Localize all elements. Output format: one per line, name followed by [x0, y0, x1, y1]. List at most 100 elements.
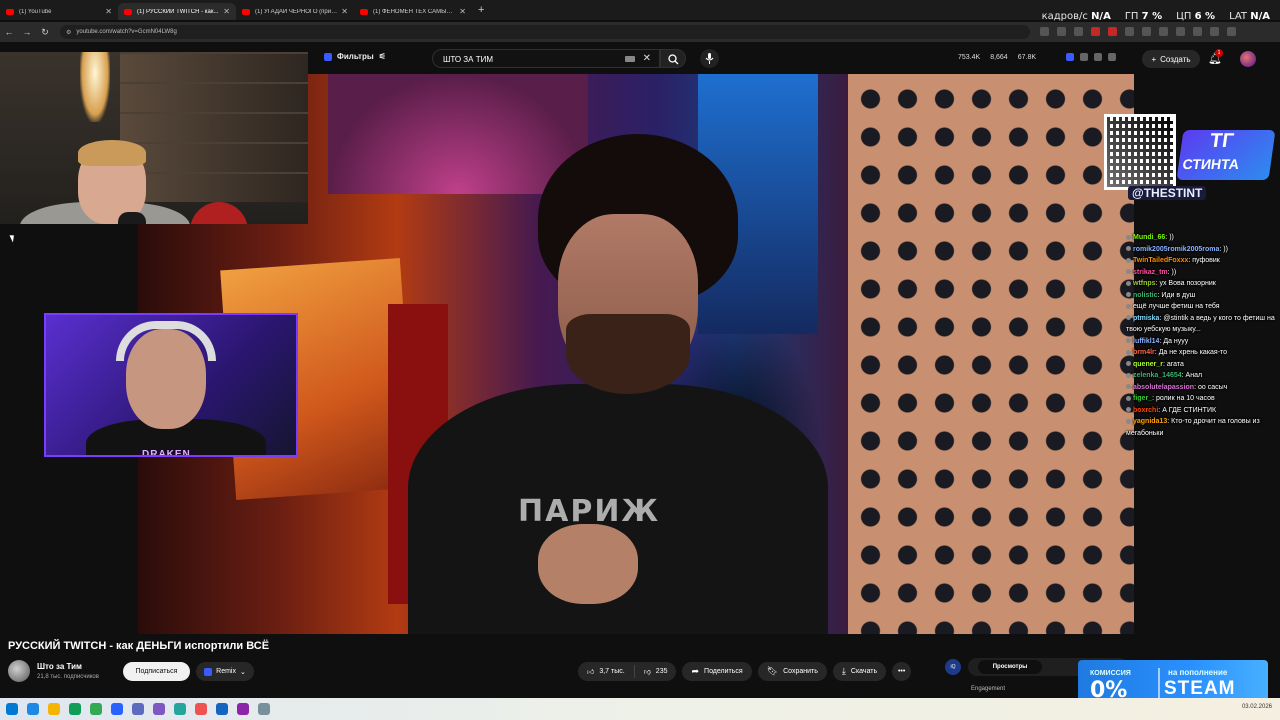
channel-name[interactable]: Што за Тим — [37, 662, 82, 671]
taskbar-app-icon[interactable] — [258, 703, 270, 715]
extension-icon[interactable] — [1125, 27, 1134, 36]
taskbar-app-icon[interactable] — [174, 703, 186, 715]
close-icon[interactable]: ✕ — [223, 7, 230, 16]
settings-icon[interactable] — [1080, 53, 1088, 61]
keyboard-icon[interactable] — [625, 56, 635, 62]
close-icon[interactable]: ✕ — [341, 7, 348, 16]
chat-username[interactable]: absolutelapassion — [1133, 384, 1194, 391]
browser-tab-active[interactable]: (1) РУССКИЙ TWITCH - как... ✕ — [118, 3, 236, 20]
taskbar-app-icon[interactable] — [48, 703, 60, 715]
chat-username[interactable]: boxrchi — [1133, 407, 1158, 414]
extension-icon[interactable] — [1040, 27, 1049, 36]
taskbar-app-icon[interactable] — [27, 703, 39, 715]
chat-text: ролик на 10 часов — [1155, 395, 1215, 402]
remix-button[interactable]: Remix ⌄ — [196, 662, 254, 681]
user-badge-icon — [1126, 234, 1131, 240]
taskbar-app-icon[interactable] — [153, 703, 165, 715]
filters-label: Фильтры — [337, 52, 374, 61]
chat-username[interactable]: quener_r — [1133, 361, 1163, 368]
extension-icon[interactable] — [1176, 27, 1185, 36]
channel-avatar[interactable] — [8, 660, 30, 682]
close-icon[interactable]: ✕ — [459, 7, 466, 16]
extension-icon[interactable] — [1108, 27, 1117, 36]
chat-message: quener_r: агата — [1126, 359, 1276, 371]
taskbar-app-icon[interactable] — [237, 703, 249, 715]
create-button[interactable]: + Создать — [1142, 50, 1200, 68]
search-button[interactable] — [660, 49, 686, 68]
chat-username[interactable]: strikaz_tm — [1133, 269, 1168, 276]
chat-username[interactable]: nolistic — [1133, 292, 1158, 299]
chat-username[interactable]: ptmiska — [1133, 315, 1159, 322]
clear-search-icon[interactable]: ✕ — [643, 53, 651, 64]
new-tab-button[interactable]: + — [478, 4, 484, 16]
user-badge-icon — [1126, 303, 1131, 309]
chat-username[interactable]: romik2005romik2005roma — [1133, 246, 1219, 253]
extension-icon[interactable] — [1074, 27, 1083, 36]
extension-icon[interactable] — [1210, 27, 1219, 36]
browser-tab-3[interactable]: (1) УГАДАЙ ЧЕРНОГО (при уч... ✕ — [236, 3, 354, 20]
taskbar-app-icon[interactable] — [69, 703, 81, 715]
chat-username[interactable]: figer_ — [1133, 395, 1152, 402]
browser-tab-youtube[interactable]: (1) YouTube ✕ — [0, 3, 118, 20]
microphone-icon — [705, 53, 714, 64]
dislike-button[interactable]: 👎︎ 235 — [635, 667, 677, 676]
site-info-icon[interactable]: ⚙ — [66, 29, 71, 36]
youtube-favicon-icon — [360, 8, 368, 15]
chat-text: ух Вова позорник — [1159, 280, 1216, 287]
screen: (1) YouTube ✕ (1) РУССКИЙ TWITCH - как..… — [0, 0, 1280, 720]
taskbar-app-icon[interactable] — [90, 703, 102, 715]
taskbar-app-icon[interactable] — [195, 703, 207, 715]
more-actions-button[interactable]: ••• — [892, 662, 912, 681]
notifications-bell-icon[interactable]: 🔔︎ 1 — [1208, 49, 1223, 65]
search-input[interactable]: ШТО ЗА ТИМ ✕ — [432, 49, 660, 68]
extension-icon[interactable] — [1108, 53, 1116, 61]
chat-username[interactable]: zelenka_14654 — [1133, 372, 1182, 379]
close-icon[interactable]: ✕ — [105, 7, 112, 16]
tab-views[interactable]: Просмотры — [978, 660, 1042, 674]
chat-message: boxrchi: А ГДЕ СТИНТИК — [1126, 405, 1276, 417]
search-icon — [668, 54, 679, 65]
taskbar-app-icon[interactable] — [111, 703, 123, 715]
chat-username[interactable]: TwinTailedFoxxx — [1133, 257, 1188, 264]
iq-extension-icon[interactable]: iQ — [945, 659, 961, 675]
chat-text: оо сасыч — [1197, 383, 1228, 391]
reload-icon[interactable]: ↻ — [36, 27, 54, 38]
filters-button[interactable]: Фильтры ⚟ — [324, 52, 386, 61]
user-badge-icon — [1126, 280, 1131, 286]
windows-taskbar: 03.02.2026 — [0, 698, 1280, 720]
account-avatar[interactable] — [1240, 51, 1256, 67]
share-button[interactable]: ➦ Поделиться — [682, 662, 752, 681]
extension-icon[interactable] — [1142, 27, 1151, 36]
remix-label: Remix — [216, 668, 236, 675]
like-button[interactable]: 👍︎ 3,7 тыс. — [578, 665, 635, 678]
extension-icon[interactable] — [1091, 27, 1100, 36]
save-button[interactable]: 🔖︎ Сохранить — [757, 662, 827, 681]
subscribe-button[interactable]: Подписаться — [123, 662, 190, 681]
stream-chat-overlay: Mundi_66: )) romik2005romik2005roma: )) Tw… — [1126, 232, 1276, 439]
address-bar[interactable]: ⚙ youtube.com/watch?v=GcmN04LW8g — [60, 25, 1030, 39]
extension-icon[interactable] — [1066, 53, 1074, 61]
save-label: Сохранить — [783, 668, 818, 675]
chat-username[interactable]: brm4lr — [1133, 349, 1155, 356]
back-icon[interactable]: ← — [0, 27, 18, 37]
start-menu-icon[interactable] — [6, 703, 18, 715]
chat-message: luffikl14: Да нууу — [1126, 336, 1276, 348]
chat-username[interactable]: Mundi_66 — [1133, 234, 1165, 241]
extension-icon[interactable] — [1193, 27, 1202, 36]
forward-icon[interactable]: → — [18, 27, 36, 37]
taskbar-app-icon[interactable] — [216, 703, 228, 715]
video-person: ПАРИЖ — [408, 134, 828, 634]
voice-search-button[interactable] — [700, 49, 719, 68]
extension-icon[interactable] — [1159, 27, 1168, 36]
chat-username[interactable]: yagnida13 — [1133, 418, 1167, 425]
taskbar-app-icon[interactable] — [132, 703, 144, 715]
browser-tab-4[interactable]: (1) ФЕНОМЕН ТЕХ САМЫХ ГОЛ... ✕ — [354, 3, 472, 20]
extension-icon[interactable] — [1057, 27, 1066, 36]
download-button[interactable]: ⤓ Скачать — [832, 662, 887, 681]
extension-icon[interactable] — [1094, 53, 1102, 61]
chat-username[interactable]: wtfnps — [1133, 280, 1156, 287]
extension-icon[interactable] — [1227, 27, 1236, 36]
video-actions: 👍︎ 3,7 тыс. 👎︎ 235 ➦ Поделиться 🔖︎ Сохра… — [578, 662, 912, 681]
user-badge-icon — [1126, 418, 1131, 424]
chat-username[interactable]: luffikl14 — [1133, 338, 1159, 345]
